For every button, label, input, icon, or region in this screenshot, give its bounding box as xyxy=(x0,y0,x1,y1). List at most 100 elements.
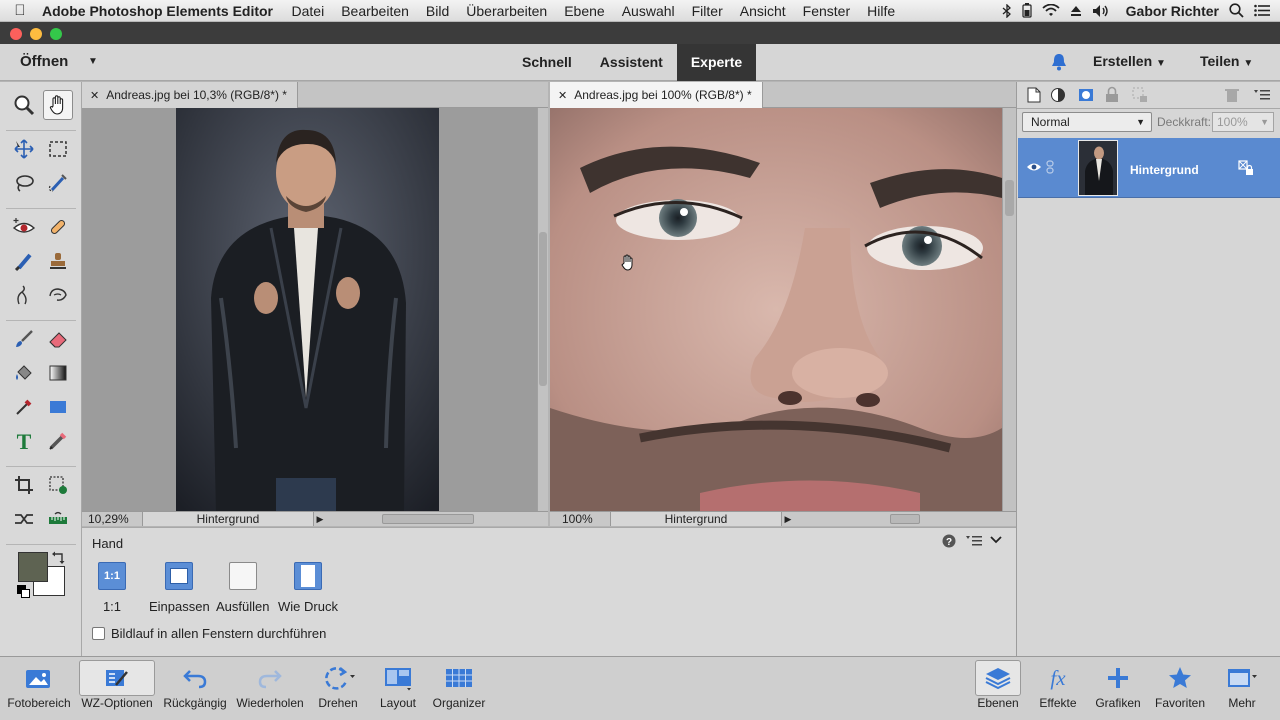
quick-selection-tool[interactable] xyxy=(43,168,73,198)
mode-experte[interactable]: Experte xyxy=(676,44,757,81)
redo-button[interactable]: Wiederholen xyxy=(232,660,308,718)
recompose-tool[interactable] xyxy=(43,470,73,500)
doc2-horizontal-scroll-thumb[interactable] xyxy=(890,514,920,524)
doc1-tab[interactable]: ✕ Andreas.jpg bei 10,3% (RGB/8*) * xyxy=(82,82,298,108)
menu-hilfe[interactable]: Hilfe xyxy=(859,3,904,19)
delete-layer-icon[interactable] xyxy=(1223,86,1241,104)
doc2-canvas[interactable] xyxy=(550,108,1002,511)
open-button[interactable]: Öffnen xyxy=(20,53,68,70)
doc1-zoom-level[interactable]: 10,29% xyxy=(88,512,129,526)
battery-icon[interactable] xyxy=(1022,3,1032,18)
photo-bin-button[interactable]: Fotobereich xyxy=(2,660,76,718)
status-menu-arrow-icon[interactable]: ▶ xyxy=(314,512,326,526)
hand-tool[interactable] xyxy=(43,90,73,120)
zoom-window-button[interactable] xyxy=(50,28,62,40)
create-menu[interactable]: Erstellen ▼ xyxy=(1093,53,1166,69)
add-mask-icon[interactable] xyxy=(1077,86,1095,104)
smart-brush-tool[interactable] xyxy=(9,246,39,276)
gradient-tool[interactable] xyxy=(43,358,73,388)
rectangular-marquee-tool[interactable] xyxy=(43,134,73,164)
doc1-horizontal-scroll-thumb[interactable] xyxy=(382,514,474,524)
rotate-button[interactable]: Drehen xyxy=(310,660,366,718)
user-name[interactable]: Gabor Richter xyxy=(1126,3,1219,19)
menu-filter[interactable]: Filter xyxy=(683,3,731,19)
foreground-color-swatch[interactable] xyxy=(18,552,48,582)
organizer-button[interactable]: Organizer xyxy=(428,660,490,718)
layer-row[interactable]: Hintergrund xyxy=(1018,138,1280,198)
lock-all-icon[interactable] xyxy=(1103,86,1121,104)
type-tool[interactable]: T xyxy=(9,426,39,456)
menu-datei[interactable]: Datei xyxy=(283,3,333,19)
move-tool[interactable] xyxy=(9,134,39,164)
sponge-tool[interactable] xyxy=(43,280,73,310)
tool-options-button[interactable]: WZ-Optionen xyxy=(76,660,158,718)
mode-schnell[interactable]: Schnell xyxy=(508,44,586,81)
menu-bearbeiten[interactable]: Bearbeiten xyxy=(333,3,418,19)
panel-menu-icon[interactable] xyxy=(966,535,982,547)
crop-tool[interactable] xyxy=(9,470,39,500)
spot-healing-brush-tool[interactable] xyxy=(43,212,73,242)
volume-icon[interactable] xyxy=(1092,4,1110,18)
eject-icon[interactable] xyxy=(1070,5,1082,17)
menu-ueberarbeiten[interactable]: Überarbeiten xyxy=(458,3,556,19)
new-layer-icon[interactable] xyxy=(1025,86,1043,104)
app-menu[interactable]: Adobe Photoshop Elements Editor xyxy=(40,3,283,19)
lasso-tool[interactable] xyxy=(9,168,39,198)
scroll-all-windows-checkbox[interactable] xyxy=(92,627,105,640)
effects-button[interactable]: fx Effekte xyxy=(1032,660,1084,718)
doc2-scroll-thumb[interactable] xyxy=(1005,180,1014,216)
doc2-status-layer[interactable]: Hintergrund xyxy=(610,512,782,526)
doc2-tab[interactable]: ✕ Andreas.jpg bei 100% (RGB/8*) * xyxy=(550,82,763,108)
close-window-button[interactable] xyxy=(10,28,22,40)
lock-transparency-icon[interactable] xyxy=(1131,86,1149,104)
collapse-chevron-icon[interactable] xyxy=(990,535,1002,545)
apple-icon[interactable]:  xyxy=(0,2,40,19)
content-aware-move-tool[interactable] xyxy=(9,504,39,534)
blend-mode-select[interactable]: Normal ▼ xyxy=(1022,112,1152,132)
opacity-caret-icon[interactable]: ▼ xyxy=(1260,113,1269,131)
fill-screen-button[interactable]: Ausfüllen xyxy=(216,562,269,614)
menu-ansicht[interactable]: Ansicht xyxy=(731,3,794,19)
zoom-tool[interactable] xyxy=(9,90,39,120)
zoom-1to1-button[interactable]: 1:1 1:1 xyxy=(98,562,126,614)
print-size-button[interactable]: Wie Druck xyxy=(278,562,338,614)
favorites-button[interactable]: Favoriten xyxy=(1150,660,1210,718)
search-icon[interactable] xyxy=(1229,3,1244,18)
layers-panel-menu-icon[interactable] xyxy=(1253,86,1271,104)
doc2-zoom-level[interactable]: 100% xyxy=(562,512,593,526)
bell-icon[interactable] xyxy=(1050,52,1068,72)
red-eye-tool[interactable] xyxy=(9,212,39,242)
undo-button[interactable]: Rückgängig xyxy=(160,660,230,718)
layers-button[interactable]: Ebenen xyxy=(972,660,1024,718)
brush-tool[interactable] xyxy=(9,324,39,354)
menu-fenster[interactable]: Fenster xyxy=(794,3,858,19)
open-dropdown-icon[interactable]: ▼ xyxy=(88,56,98,67)
scroll-all-windows-option[interactable]: Bildlauf in allen Fenstern durchführen xyxy=(92,626,326,641)
notification-center-icon[interactable] xyxy=(1254,4,1270,17)
doc1-canvas[interactable] xyxy=(82,108,540,511)
doc2-vertical-scrollbar[interactable] xyxy=(1002,108,1016,511)
straighten-tool[interactable] xyxy=(43,504,73,534)
shape-tool[interactable] xyxy=(43,392,73,422)
background-lock-icon[interactable] xyxy=(1238,160,1254,176)
paint-bucket-tool[interactable] xyxy=(9,358,39,388)
menu-auswahl[interactable]: Auswahl xyxy=(613,3,683,19)
fit-screen-button[interactable]: Einpassen xyxy=(149,562,210,614)
eyedropper-tool[interactable] xyxy=(9,392,39,422)
doc1-scroll-thumb[interactable] xyxy=(539,232,547,386)
close-tab-icon[interactable]: ✕ xyxy=(90,90,99,102)
menu-ebene[interactable]: Ebene xyxy=(556,3,613,19)
wifi-icon[interactable] xyxy=(1042,4,1060,17)
bluetooth-icon[interactable] xyxy=(1002,3,1012,18)
opacity-field[interactable]: 100% ▼ xyxy=(1212,112,1274,132)
menu-bild[interactable]: Bild xyxy=(417,3,457,19)
close-tab-icon[interactable]: ✕ xyxy=(558,90,567,102)
doc1-status-layer[interactable]: Hintergrund xyxy=(142,512,314,526)
eraser-tool[interactable] xyxy=(43,324,73,354)
swap-colors-icon[interactable] xyxy=(52,550,66,564)
clone-stamp-tool[interactable] xyxy=(43,246,73,276)
minimize-window-button[interactable] xyxy=(30,28,42,40)
doc1-vertical-scrollbar[interactable] xyxy=(537,108,548,511)
layer-link-icon[interactable] xyxy=(1046,160,1054,174)
help-icon[interactable]: ? xyxy=(942,534,956,548)
